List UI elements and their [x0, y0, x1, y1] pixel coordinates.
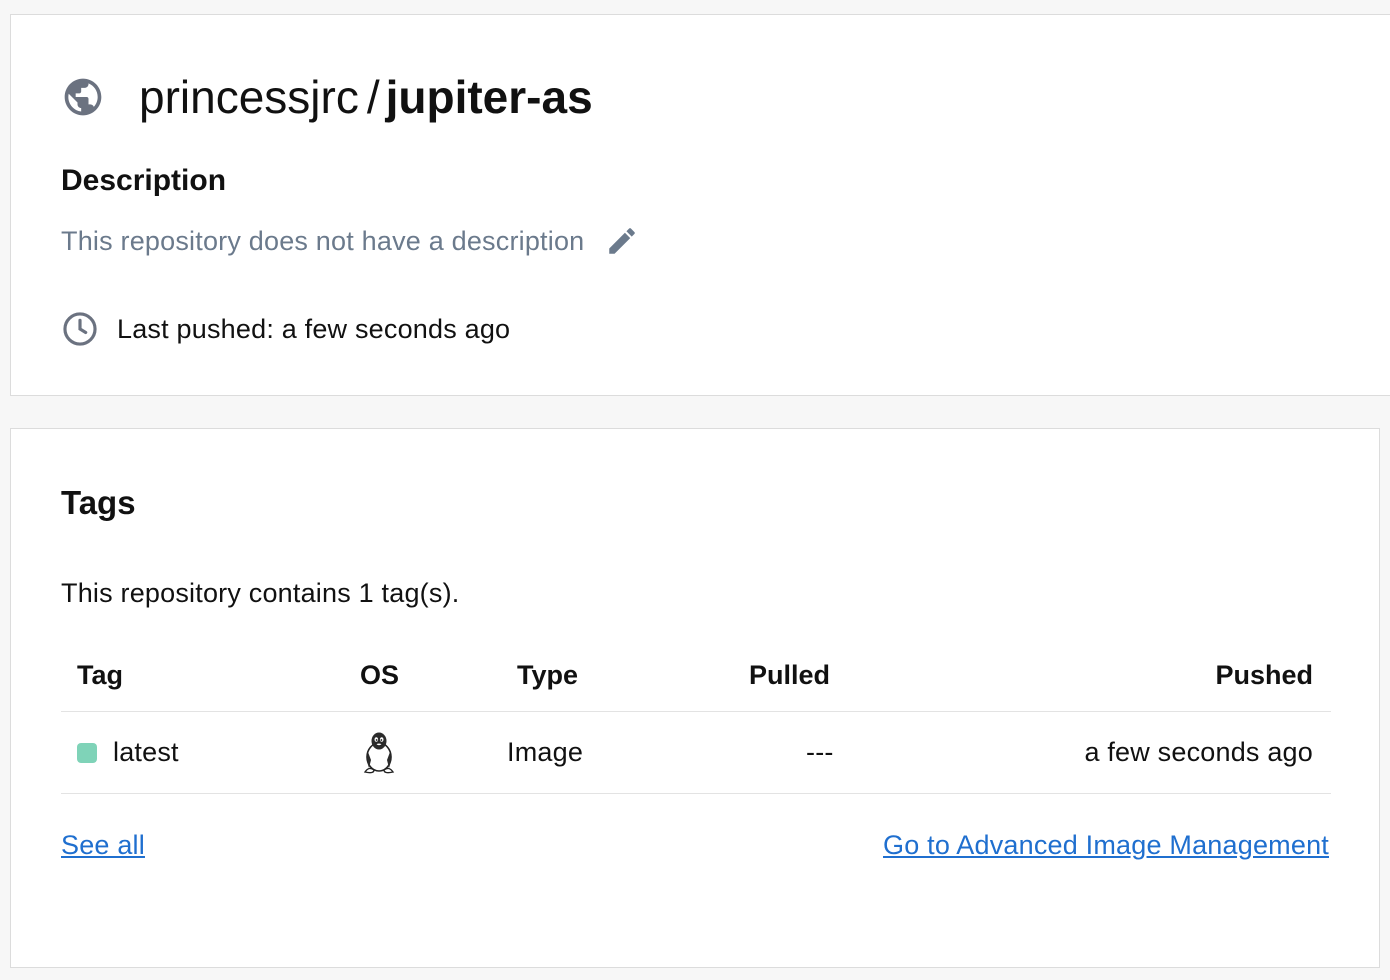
advanced-image-management-link[interactable]: Go to Advanced Image Management: [883, 825, 1329, 865]
tag-name-link[interactable]: latest: [113, 734, 179, 770]
tag-pushed: a few seconds ago: [1084, 737, 1313, 767]
globe-icon: [61, 75, 105, 119]
table-row: latest Image --- a few seconds ago: [61, 712, 1331, 794]
tag-pulled: ---: [806, 737, 834, 767]
description-heading: Description: [61, 164, 227, 197]
repository-overview-card: princessjrc / jupiter-as Description This …: [10, 14, 1390, 396]
description-text: This repository does not have a descript…: [61, 225, 585, 256]
tag-type: Image: [507, 737, 584, 767]
last-pushed-text: Last pushed: a few seconds ago: [117, 313, 511, 344]
tags-table: Tag OS Type Pulled Pushed latest Image -…: [61, 641, 1331, 794]
repository-header: princessjrc / jupiter-as: [61, 71, 593, 123]
column-header-tag: Tag: [77, 660, 123, 690]
repository-title: princessjrc / jupiter-as: [139, 71, 593, 123]
tag-status-indicator: [77, 743, 97, 763]
column-header-os: OS: [360, 660, 400, 690]
tags-table-header: Tag OS Type Pulled Pushed: [61, 641, 1331, 712]
repository-name: jupiter-as: [385, 71, 593, 123]
tags-card: Tags This repository contains 1 tag(s). …: [10, 428, 1380, 968]
pencil-icon: [609, 228, 636, 254]
see-all-link[interactable]: See all: [61, 825, 145, 865]
column-header-pulled: Pulled: [749, 660, 831, 690]
clock-icon: [61, 310, 99, 348]
column-header-pushed: Pushed: [1215, 660, 1313, 690]
linux-tux-icon: [359, 730, 399, 776]
tags-heading: Tags: [61, 484, 136, 521]
repository-separator: /: [366, 71, 380, 123]
edit-description-button[interactable]: [604, 223, 640, 259]
repository-namespace: princessjrc: [139, 71, 359, 123]
tags-summary: This repository contains 1 tag(s).: [61, 578, 460, 608]
description-row: This repository does not have a descript…: [61, 219, 640, 263]
column-header-type: Type: [517, 660, 579, 690]
last-pushed-row: Last pushed: a few seconds ago: [61, 307, 510, 351]
